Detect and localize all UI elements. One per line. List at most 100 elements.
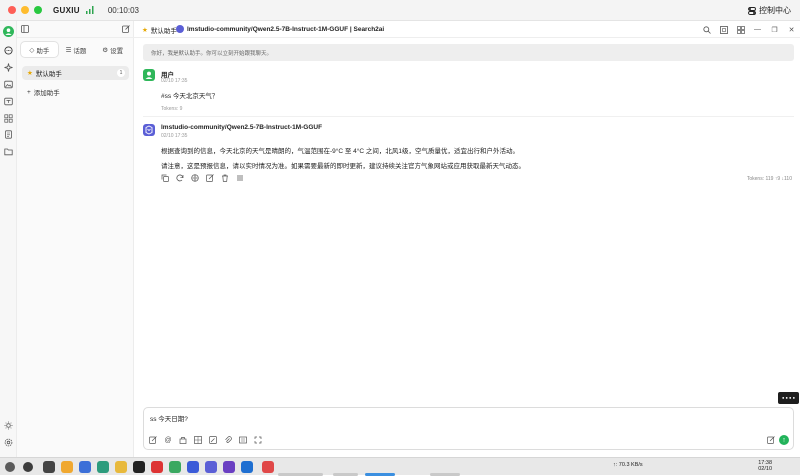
cherry-studio-icon[interactable] (205, 461, 217, 473)
sidebar-tabs: ◇ 助手 ☰ 话题 ⚙ 设置 (21, 42, 131, 57)
tab-label: 话题 (73, 47, 87, 55)
add-assistant-label: 添加助手 (33, 90, 60, 97)
avatar (3, 26, 14, 37)
control-center-icon (748, 6, 756, 15)
maximize-window-button[interactable] (34, 6, 42, 14)
app-alert-icon[interactable] (262, 461, 274, 473)
toggle-sidebar-icon[interactable] (21, 25, 29, 33)
tab-settings[interactable]: ⚙ 设置 (94, 42, 131, 57)
translate-toggle-icon[interactable] (767, 436, 775, 444)
message-input-box[interactable]: ss 今天日期? @ ↑ (143, 407, 794, 450)
assistant-label: 默认助手 (35, 71, 62, 78)
message-divider (143, 116, 794, 117)
expand-icon[interactable] (715, 25, 732, 34)
paperclip-icon[interactable] (224, 436, 232, 444)
tab-label: 设置 (110, 47, 124, 55)
token-count: Tokens: 119 ↑9 ↓110 (746, 176, 792, 182)
os-taskbar: ↑: 70.3 KB/s 17:38 02/10 (0, 457, 800, 476)
message-time: 02/10 17:35 (161, 133, 188, 139)
apps-icon[interactable] (3, 113, 14, 124)
tab-label: 助手 (36, 47, 50, 55)
sidebar-header (17, 21, 134, 38)
close-icon[interactable]: ✕ (783, 26, 800, 34)
taskbar-clock[interactable]: 17:38 02/10 (758, 460, 772, 472)
files-icon[interactable] (61, 461, 73, 473)
chat-icon[interactable] (3, 45, 14, 56)
tab-assistants[interactable]: ◇ 助手 (21, 42, 58, 57)
search-icon[interactable] (698, 25, 715, 34)
current-assistant-label: 默认助手 (150, 28, 177, 35)
add-assistant-button[interactable]: + 添加助手 (27, 87, 60, 98)
sun-icon[interactable] (3, 420, 14, 431)
greeting-banner: 你好，我是默认助手。你可以立刻开始跟我聊天。 (143, 44, 794, 61)
translate-icon[interactable] (191, 174, 199, 182)
network-speed: ↑: 70.3 KB/s (613, 462, 643, 468)
signal-bars-icon (85, 6, 94, 14)
sparkle-icon[interactable] (3, 62, 14, 73)
control-center-button[interactable]: 控制中心 (748, 5, 791, 16)
message-input[interactable]: ss 今天日期? (150, 413, 188, 423)
web-icon[interactable] (179, 436, 187, 444)
folder-icon[interactable] (3, 146, 14, 157)
translate-icon[interactable] (3, 96, 14, 107)
message-paragraph: 根据查询到的信息，今天北京的天气是晴朗的，气温范围在-9°C 至 4°C 之间，… (161, 148, 520, 155)
app-name: GUXIU (53, 5, 80, 15)
robot-icon: ◇ (29, 46, 35, 54)
apps-icon[interactable] (732, 25, 749, 34)
launcher-icon[interactable] (5, 462, 15, 472)
search-taskbar-icon[interactable] (23, 462, 33, 472)
mention-icon[interactable]: @ (164, 436, 172, 444)
current-assistant[interactable]: ★ 默认助手 (142, 25, 177, 35)
user-avatar (143, 69, 155, 81)
terminal-icon[interactable] (133, 461, 145, 473)
image-icon[interactable] (3, 79, 14, 90)
restore-icon[interactable]: ❐ (766, 26, 783, 34)
list-icon: ☰ (65, 46, 72, 54)
minimize-icon[interactable]: — (749, 26, 766, 33)
app-blue-icon[interactable] (187, 461, 199, 473)
delete-icon[interactable] (221, 174, 229, 182)
mcp-icon[interactable] (239, 436, 247, 444)
fullscreen-icon[interactable] (254, 436, 262, 444)
app-green-icon[interactable] (169, 461, 181, 473)
edit-icon[interactable] (206, 174, 214, 182)
model-avatar (143, 124, 155, 136)
desktop-icon[interactable] (43, 461, 55, 473)
floating-widget[interactable]: ● ● ● ● (778, 392, 799, 404)
app-purple-icon[interactable] (223, 461, 235, 473)
assistant-message: lmstudio-community/Qwen2.5-7B-Instruct-1… (143, 124, 794, 172)
sender-name: lmstudio-community/Qwen2.5-7B-Instruct-1… (161, 124, 323, 131)
gear-icon: ⚙ (102, 46, 109, 54)
send-button[interactable]: ↑ (779, 435, 789, 445)
header-actions: — ❐ ✕ (698, 21, 800, 38)
notes-icon[interactable] (3, 129, 14, 140)
notes-taskbar-icon[interactable] (115, 461, 127, 473)
clock-date: 02/10 (758, 466, 772, 472)
message-text: #ss 今天北京天气？ (161, 93, 219, 100)
app-red-icon[interactable] (151, 461, 163, 473)
assistant-item-default[interactable]: ★ 默认助手 1 (22, 66, 129, 80)
token-count: Tokens: 9 (161, 106, 183, 112)
editor-icon[interactable] (97, 461, 109, 473)
refresh-icon[interactable] (176, 174, 184, 182)
copy-icon[interactable] (161, 174, 169, 182)
star-icon: ★ (27, 70, 33, 77)
star-icon: ★ (142, 27, 148, 34)
kb-icon[interactable] (194, 436, 202, 444)
attach-icon[interactable] (209, 436, 217, 444)
clear-icon[interactable] (149, 436, 157, 444)
message-actions (161, 174, 244, 182)
minimize-window-button[interactable] (21, 6, 29, 14)
app-navy-icon[interactable] (241, 461, 253, 473)
model-name: lmstudio-community/Qwen2.5-7B-Instruct-1… (187, 25, 385, 33)
browser-icon[interactable] (79, 461, 91, 473)
settings-icon[interactable] (3, 437, 14, 448)
model-selector[interactable]: lmstudio-community/Qwen2.5-7B-Instruct-1… (176, 25, 384, 33)
plus-icon: + (27, 88, 31, 96)
tab-topics[interactable]: ☰ 话题 (58, 42, 95, 57)
chat-header: ★ 默认助手 lmstudio-community/Qwen2.5-7B-Ins… (134, 21, 800, 38)
new-chat-icon[interactable] (122, 25, 130, 33)
close-window-button[interactable] (8, 6, 16, 14)
menu-icon[interactable] (236, 174, 244, 182)
user-avatar[interactable] (3, 26, 14, 37)
